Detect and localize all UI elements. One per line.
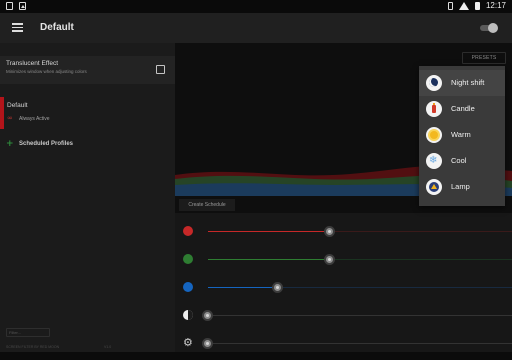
status-time: 12:17 — [485, 1, 506, 10]
preset-item-night-shift[interactable]: Night shift — [419, 70, 505, 96]
settings-slider-track[interactable] — [208, 343, 512, 344]
image-icon — [19, 2, 26, 10]
preset-label: Cool — [451, 156, 467, 165]
translucent-effect-row[interactable]: Translucent Effect Minimizes window when… — [0, 56, 175, 84]
blue-slider-row — [175, 273, 512, 301]
hamburger-menu-icon[interactable] — [12, 23, 23, 32]
red-slider-thumb[interactable] — [324, 226, 335, 237]
green-slider-thumb[interactable] — [324, 254, 335, 265]
dim-slider-row — [175, 301, 512, 329]
filter-field[interactable]: Filter... — [6, 328, 50, 337]
translucent-effect-subtitle: Minimizes window when adjusting colors — [6, 69, 87, 74]
blue-slider-fill — [208, 287, 278, 288]
presets-button[interactable]: PRESETS — [462, 52, 506, 64]
settings-slider-thumb[interactable] — [202, 338, 213, 349]
infinity-icon: ∞ — [7, 114, 13, 122]
wifi-icon — [458, 1, 469, 10]
green-slider-row — [175, 245, 512, 273]
translucent-effect-title: Translucent Effect — [6, 60, 59, 67]
blue-dot-icon — [183, 282, 193, 292]
footer-version: V1.0 — [104, 345, 112, 349]
toggle-thumb — [488, 23, 498, 33]
gear-icon: ⚙ — [183, 336, 193, 349]
preset-label: Night shift — [451, 78, 485, 87]
snowflake-icon — [426, 153, 442, 169]
left-panel: Translucent Effect Minimizes window when… — [0, 43, 175, 360]
moon-icon — [426, 75, 442, 91]
contrast-icon — [183, 310, 193, 320]
preset-item-warm[interactable]: Warm — [419, 122, 505, 148]
preset-label: Warm — [451, 130, 471, 139]
translucent-effect-checkbox[interactable] — [156, 65, 165, 74]
preset-item-lamp[interactable]: Lamp — [419, 174, 505, 200]
active-profile-indicator — [0, 97, 4, 129]
sliders-panel: ⚙ — [175, 213, 512, 360]
dim-slider-thumb[interactable] — [202, 310, 213, 321]
status-bar: 12:17 — [0, 0, 512, 13]
vibrate-icon — [447, 1, 453, 10]
dim-slider-track[interactable] — [208, 315, 512, 316]
presets-menu: Night shift Candle Warm Cool Lamp — [419, 66, 505, 206]
profile-name: Default — [7, 102, 28, 109]
battery-icon — [474, 1, 480, 10]
notification-icon — [6, 2, 13, 10]
navigation-bar — [0, 352, 512, 360]
preset-label: Candle — [451, 104, 475, 113]
preset-item-cool[interactable]: Cool — [419, 148, 505, 174]
filter-toggle[interactable] — [480, 23, 498, 33]
app-title: Default — [40, 22, 74, 33]
screen: 12:17 Default Translucent Effect Minimiz… — [0, 0, 512, 360]
red-slider-row — [175, 217, 512, 245]
app-bar: Default — [0, 13, 512, 43]
preset-item-candle[interactable]: Candle — [419, 96, 505, 122]
sun-icon — [426, 127, 442, 143]
green-slider-fill — [208, 259, 330, 260]
green-dot-icon — [183, 254, 193, 264]
plus-icon: + — [6, 139, 14, 149]
create-schedule-button[interactable]: Create Schedule — [179, 199, 235, 211]
lamp-icon — [426, 179, 442, 195]
preset-label: Lamp — [451, 182, 470, 191]
footer-text: SCREEN FILTER BY RED MOON — [6, 345, 60, 349]
scheduled-profiles-item[interactable]: + Scheduled Profiles — [0, 137, 175, 153]
red-slider-fill — [208, 231, 330, 232]
profile-item-default[interactable]: Default ∞ Always Active — [0, 97, 175, 129]
scheduled-profiles-label: Scheduled Profiles — [19, 141, 74, 147]
red-dot-icon — [183, 226, 193, 236]
candle-icon — [426, 101, 442, 117]
profile-mode: Always Active — [19, 116, 50, 122]
blue-slider-thumb[interactable] — [272, 282, 283, 293]
